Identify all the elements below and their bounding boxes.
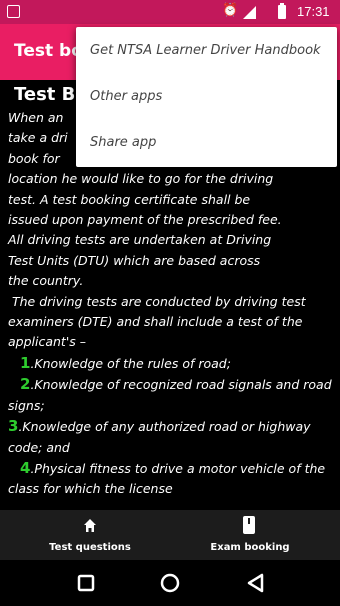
paragraph-2: The driving tests are conducted by drivi… [8, 293, 306, 350]
home-circle-icon[interactable] [157, 570, 183, 596]
paragraph-line: All driving tests are undertaken at Driv… [8, 232, 272, 248]
paragraph-line: issued upon payment of the prescribed fe… [8, 212, 282, 228]
tab-label: Exam booking [210, 542, 290, 553]
status-bar: ⏰ 17:31 [0, 0, 340, 24]
list-text: .Knowledge of recognized road signals an… [8, 377, 332, 413]
alarm-icon: ⏰ [222, 3, 239, 18]
signal-icon [243, 6, 256, 19]
overflow-menu: Get NTSA Learner Driver Handbook Other a… [76, 27, 337, 167]
list-number: 3 [8, 417, 19, 436]
book-icon [243, 516, 255, 534]
menu-item-get-handbook[interactable]: Get NTSA Learner Driver Handbook [90, 43, 321, 58]
paragraph-line: Test Units (DTU) which are based across [8, 252, 261, 268]
paragraph-line: test. A test booking certificate shall b… [8, 191, 251, 207]
app-bar-title: Test bo [14, 41, 83, 61]
list-text: .Physical fitness to drive a motor vehic… [8, 460, 326, 497]
menu-item-other-apps[interactable]: Other apps [90, 89, 162, 104]
back-icon[interactable] [243, 570, 269, 596]
tab-exam-booking[interactable]: Exam booking [165, 510, 335, 560]
menu-item-share-app[interactable]: Share app [90, 135, 156, 150]
status-time: 17:31 [297, 4, 330, 19]
home-icon [84, 519, 96, 532]
paragraph-line: location he would like to go for the dri… [8, 171, 274, 187]
list-item: 1.Knowledge of the rules of road; [8, 353, 333, 374]
battery-icon [278, 3, 286, 19]
list-number: 2 [20, 375, 31, 394]
list-item: 2.Knowledge of recognized road signals a… [8, 374, 333, 416]
tab-label: Test questions [49, 542, 131, 553]
app-notification-icon [7, 5, 20, 18]
paragraph-line: the country. [8, 273, 84, 289]
list-number: 4 [20, 458, 31, 477]
tab-test-questions[interactable]: Test questions [5, 510, 175, 560]
recents-icon[interactable] [73, 570, 99, 596]
list-item: 3.Knowledge of any authorized road or hi… [8, 416, 333, 458]
list-text: .Knowledge of the rules of road; [30, 355, 231, 371]
list-item: 4.Physical fitness to drive a motor vehi… [8, 458, 333, 500]
bottom-navigation: Test questions Exam booking [0, 510, 340, 560]
list-number: 1 [20, 353, 31, 372]
system-navigation-bar [0, 560, 340, 606]
list-text: .Knowledge of any authorized road or hig… [8, 419, 311, 455]
